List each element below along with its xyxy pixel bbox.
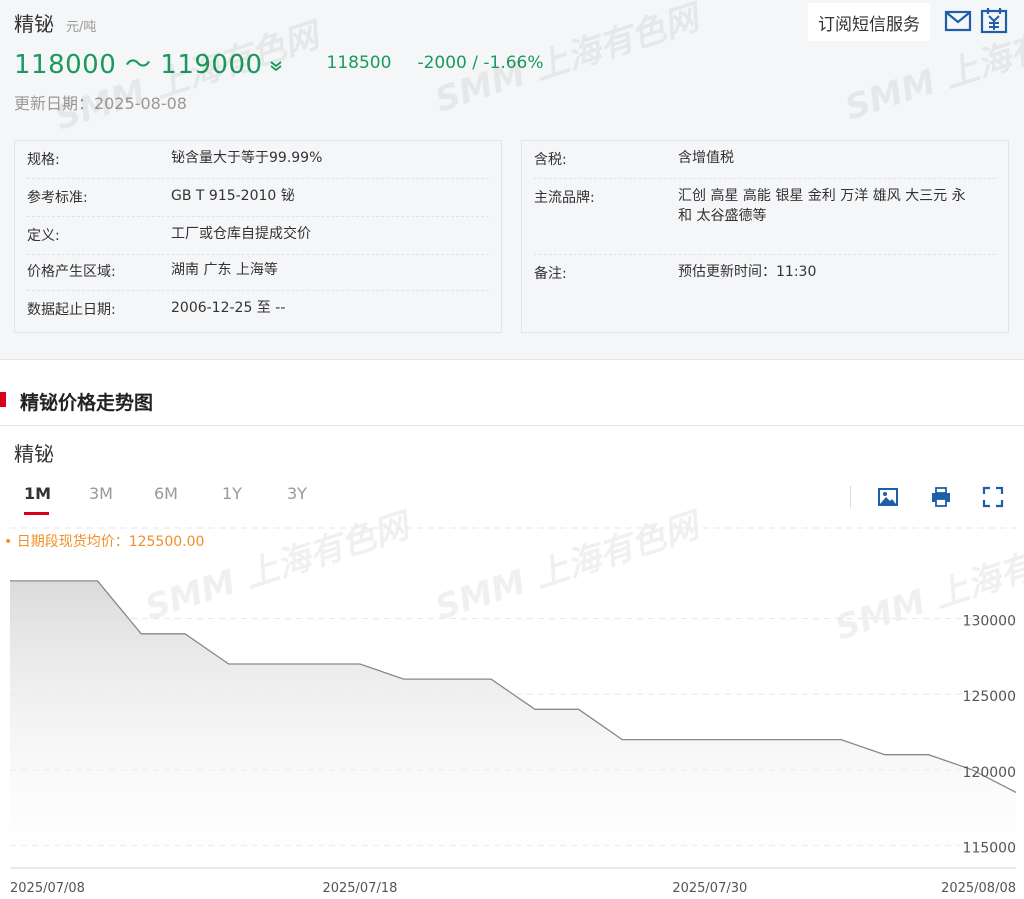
info-value-line1: 汇创 高星 高能 银星 金利 万洋 雄风 大三元 永: [678, 188, 966, 204]
data-point: [839, 738, 843, 742]
data-point: [270, 662, 274, 666]
x-axis-labels: 2025/07/08 2025/07/18 2025/07/30 2025/08/08: [10, 881, 1016, 896]
image-download-icon[interactable]: [877, 486, 899, 508]
subscribe-sms-button[interactable]: 订阅短信服务: [808, 3, 930, 41]
y-tick-label: 130000: [963, 614, 1016, 630]
info-row: 规格: 铋含量大于等于99.99%: [27, 149, 489, 179]
data-point: [927, 753, 931, 757]
data-point: [489, 677, 493, 681]
chart-title: 精铋: [14, 442, 54, 466]
info-row: 主流品牌: 汇创 高星 高能 银星 金利 万洋 雄风 大三元 永 和 太谷盛德等: [534, 187, 996, 255]
info-value: 含增值税: [678, 150, 734, 166]
data-point: [970, 768, 974, 772]
section-title: 精铋价格走势图: [20, 392, 154, 414]
info-key: 定义:: [27, 228, 60, 244]
spec-info-left: 规格: 铋含量大于等于99.99% 参考标准: GB T 915-2010 铋 …: [14, 140, 502, 333]
chart-grid: [10, 527, 1016, 869]
y-axis-labels: 115000 120000 125000 130000: [963, 614, 1016, 857]
info-key: 数据起止日期:: [27, 302, 116, 318]
data-point: [402, 677, 406, 681]
y-tick-label: 120000: [963, 765, 1016, 781]
info-key: 价格产生区域:: [27, 264, 116, 280]
x-tick-label: 2025/07/30: [672, 881, 747, 896]
price-series-line: [10, 580, 1017, 793]
info-value: GB T 915-2010 铋: [171, 188, 295, 204]
info-value: 湖南 广东 上海等: [171, 262, 278, 278]
title-row: 精铋 元/吨: [14, 8, 96, 37]
data-point: [445, 677, 449, 681]
fullscreen-icon[interactable]: [982, 486, 1004, 508]
tab-6m[interactable]: 6M: [154, 484, 178, 503]
data-point: [664, 738, 668, 742]
info-row: 参考标准: GB T 915-2010 铋: [27, 187, 489, 217]
data-point: [883, 753, 887, 757]
data-points: [8, 579, 1018, 795]
info-value: 工厂或仓库自提成交价: [171, 226, 311, 242]
print-icon[interactable]: [930, 486, 952, 508]
tab-3m[interactable]: 3M: [89, 484, 113, 503]
section-header: 精铋价格走势图: [0, 380, 1024, 426]
data-point: [183, 632, 187, 636]
watermark-text: SMM 上海有色网: [140, 504, 418, 628]
y-tick-label: 125000: [963, 689, 1016, 705]
info-key: 规格:: [27, 152, 60, 168]
info-value: 预估更新时间：11:30: [678, 264, 817, 280]
tab-3y[interactable]: 3Y: [287, 484, 307, 503]
info-key: 参考标准:: [27, 190, 88, 206]
x-tick-label: 2025/07/18: [322, 881, 397, 896]
data-point: [752, 738, 756, 742]
info-key: 备注:: [534, 266, 567, 282]
mail-icon[interactable]: [944, 8, 972, 34]
data-point: [227, 662, 231, 666]
spec-info-right: 含税: 含增值税 主流品牌: 汇创 高星 高能 银星 金利 万洋 雄风 大三元 …: [521, 140, 1009, 333]
price-change: -2000 / -1.66%: [417, 52, 544, 73]
data-point: [8, 579, 12, 583]
period-average-label: • 日期段现货均价：125500.00: [4, 534, 205, 550]
price-row: 118000 ～ 119000 118500 -2000 / -1.66%: [14, 44, 544, 81]
toolbar-divider: [850, 486, 851, 508]
info-key: 主流品牌:: [534, 190, 595, 206]
price-unit: 元/吨: [66, 20, 97, 35]
x-tick-label: 2025/08/08: [941, 881, 1016, 896]
watermark-text: SMM 上海有色网: [430, 504, 708, 628]
tab-1m[interactable]: 1M: [24, 484, 51, 503]
calendar-price-icon[interactable]: [980, 8, 1008, 34]
data-point: [620, 738, 624, 742]
info-row: 备注: 预估更新时间：11:30: [534, 263, 996, 293]
data-point: [52, 579, 56, 583]
price-range: 118000 ～ 119000: [14, 50, 263, 80]
update-date: 更新日期：2025-08-08: [14, 94, 187, 113]
info-row: 价格产生区域: 湖南 广东 上海等: [27, 261, 489, 291]
info-row: 定义: 工厂或仓库自提成交价: [27, 225, 489, 255]
y-tick-label: 115000: [963, 840, 1016, 856]
data-point: [95, 579, 99, 583]
data-point: [533, 707, 537, 711]
x-tick-label: 2025/07/08: [10, 881, 85, 896]
data-point: [708, 738, 712, 742]
data-point: [577, 707, 581, 711]
data-point: [358, 662, 362, 666]
info-row: 数据起止日期: 2006-12-25 至 --: [27, 299, 489, 329]
watermark-text: SMM 上海有色网: [830, 524, 1024, 648]
info-value: 2006-12-25 至 --: [171, 300, 286, 316]
tab-1y[interactable]: 1Y: [222, 484, 242, 503]
section-accent-bar: [0, 392, 6, 407]
price-header-panel: 精铋 元/吨 118000 ～ 119000 118500 -2000 / -1…: [0, 0, 1024, 360]
data-point: [314, 662, 318, 666]
data-point: [795, 738, 799, 742]
active-tab-underline: [24, 512, 49, 515]
data-point: [1014, 790, 1018, 794]
data-point: [139, 632, 143, 636]
info-value-line2: 和 太谷盛德等: [678, 208, 767, 224]
average-price: 118500: [326, 52, 392, 73]
info-key: 含税:: [534, 152, 567, 168]
info-row: 含税: 含增值税: [534, 149, 996, 179]
down-chevrons-icon: [269, 60, 282, 71]
price-area-fill: [10, 580, 1016, 868]
product-title: 精铋: [14, 12, 54, 36]
info-value: 铋含量大于等于99.99%: [171, 150, 323, 166]
